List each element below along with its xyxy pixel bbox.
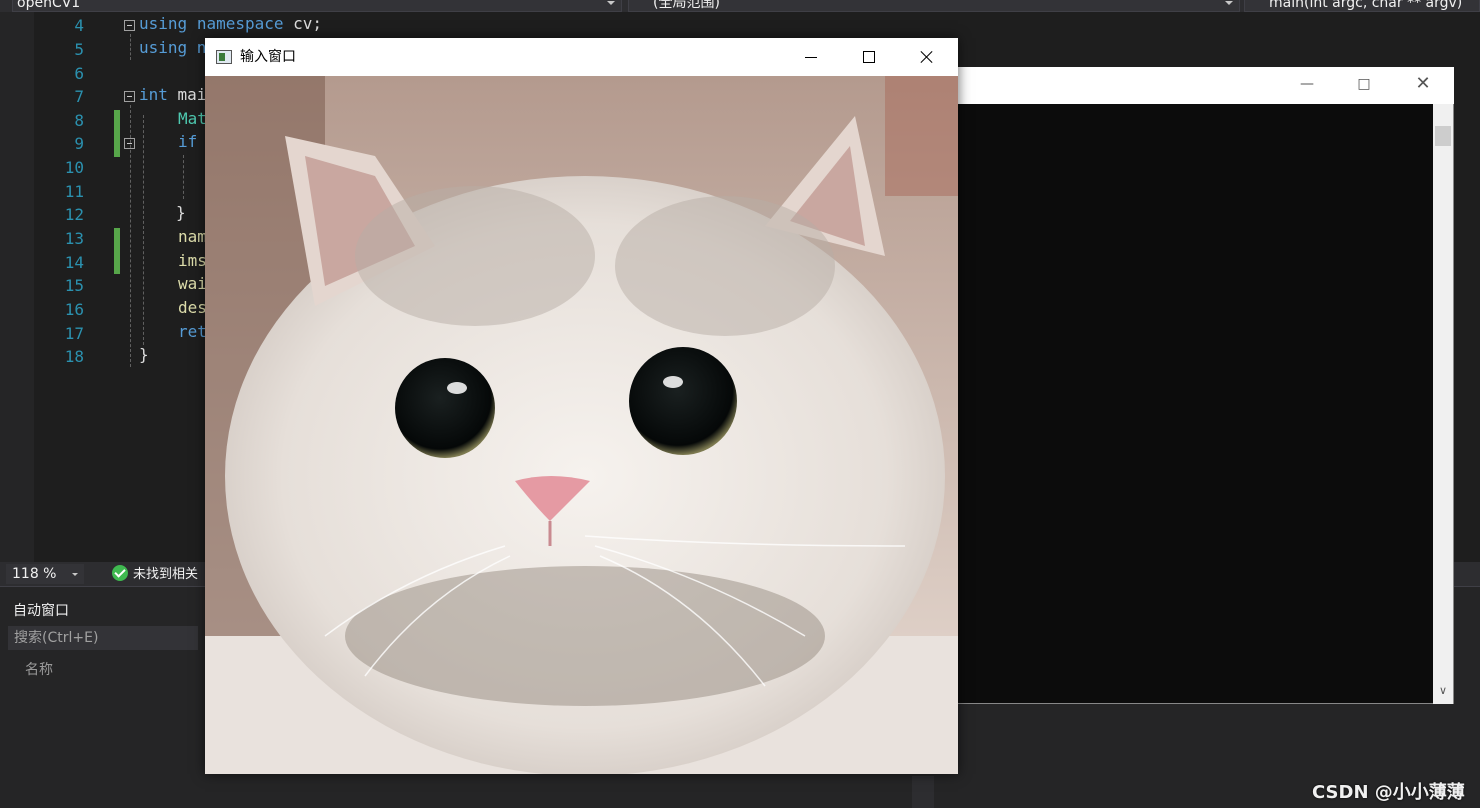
scrollbar[interactable] xyxy=(912,776,934,808)
watermark: CSDN @小小薄薄 xyxy=(1312,782,1465,803)
code-token: int xyxy=(139,85,168,104)
code-line-7: int mai xyxy=(139,85,206,104)
scrollbar-thumb[interactable] xyxy=(1435,126,1451,146)
code-line-14: ims xyxy=(178,251,207,270)
code-line-5: using n xyxy=(139,38,206,57)
code-token: namespace xyxy=(196,14,284,33)
project-combo[interactable]: openCV1 xyxy=(12,0,622,12)
code-token: ims xyxy=(178,251,207,270)
line-number: 10 xyxy=(64,158,84,177)
line-number: 13 xyxy=(64,229,84,248)
line-number: 14 xyxy=(64,253,84,272)
cat-illustration xyxy=(205,76,958,774)
code-line-4: using namespace cv; xyxy=(139,14,322,33)
change-marker xyxy=(114,110,120,157)
console-scrollbar[interactable] xyxy=(1433,104,1453,704)
fold-guide xyxy=(130,34,131,60)
collapse-icon[interactable] xyxy=(124,20,135,31)
code-token: ret xyxy=(178,322,207,341)
scroll-down-icon[interactable]: ∨ xyxy=(1436,684,1450,698)
line-number: 11 xyxy=(64,182,84,201)
code-line-13: nam xyxy=(178,227,207,246)
auto-window-search-input[interactable]: 搜索(Ctrl+E) xyxy=(8,626,198,650)
indent-guide xyxy=(143,115,144,345)
app-icon xyxy=(216,50,232,64)
line-number: 9 xyxy=(74,134,84,153)
minimize-icon[interactable]: — xyxy=(1292,75,1322,93)
chevron-down-icon xyxy=(72,573,78,576)
line-number: 8 xyxy=(74,111,84,130)
close-icon[interactable]: ✕ xyxy=(1408,75,1438,93)
line-number: 15 xyxy=(64,276,84,295)
change-marker xyxy=(114,228,120,274)
scope-combo-label: (全局范围) xyxy=(653,0,720,11)
code-line-8: Mat xyxy=(178,109,207,128)
chevron-down-icon xyxy=(1225,1,1233,5)
line-number: 7 xyxy=(74,87,84,106)
cat-photo xyxy=(205,76,958,774)
window-title: 输入窗口 xyxy=(240,49,296,65)
column-header-name[interactable]: 名称 xyxy=(25,659,53,679)
zoom-combo[interactable]: 118 % xyxy=(6,564,84,584)
code-token: using xyxy=(139,14,188,33)
code-token: mai xyxy=(167,85,207,104)
code-token: nam xyxy=(178,227,207,246)
scope-combo[interactable]: (全局范围) xyxy=(628,0,1240,12)
minimize-button[interactable] xyxy=(782,40,840,74)
line-number: 5 xyxy=(74,40,84,59)
maximize-button[interactable] xyxy=(840,40,898,74)
maximize-icon[interactable]: □ xyxy=(1349,75,1379,93)
fold-guide xyxy=(130,105,131,367)
auto-window-title: 自动窗口 xyxy=(13,603,69,619)
indent-guide xyxy=(183,155,184,199)
editor-gutter xyxy=(0,12,34,562)
line-number: 17 xyxy=(64,324,84,343)
code-line-15: wai xyxy=(178,274,207,293)
line-number: 12 xyxy=(64,205,84,224)
code-token: } xyxy=(139,345,149,364)
close-button[interactable] xyxy=(898,40,956,74)
line-number: 16 xyxy=(64,300,84,319)
project-combo-label: openCV1 xyxy=(17,0,81,11)
code-token: if xyxy=(178,132,198,151)
code-token: n xyxy=(187,38,207,57)
code-token: } xyxy=(176,203,186,222)
code-line-16: des xyxy=(178,298,207,317)
line-number: 18 xyxy=(64,347,84,366)
code-line-12: } xyxy=(176,203,186,222)
zoom-label: 118 % xyxy=(12,566,57,582)
issues-indicator[interactable]: 未找到相关 xyxy=(112,565,198,585)
code-token: using xyxy=(139,38,188,57)
code-line-17: ret xyxy=(178,322,207,341)
issues-label: 未找到相关 xyxy=(133,567,199,582)
member-combo-label: main(int argc, char ** argv) xyxy=(1269,0,1463,11)
line-number: 4 xyxy=(74,16,84,35)
code-line-9: if xyxy=(178,132,197,151)
member-combo[interactable]: main(int argc, char ** argv) xyxy=(1244,0,1480,12)
code-token: wai xyxy=(178,274,207,293)
code-token: Mat xyxy=(178,109,207,128)
check-circle-icon xyxy=(112,565,128,581)
code-line-18: } xyxy=(139,345,149,364)
chevron-down-icon xyxy=(607,1,615,5)
console-window[interactable] xyxy=(950,67,1454,704)
code-token: cv; xyxy=(283,14,323,33)
collapse-icon[interactable] xyxy=(124,91,135,102)
line-number: 6 xyxy=(74,64,84,83)
code-token: des xyxy=(178,298,207,317)
